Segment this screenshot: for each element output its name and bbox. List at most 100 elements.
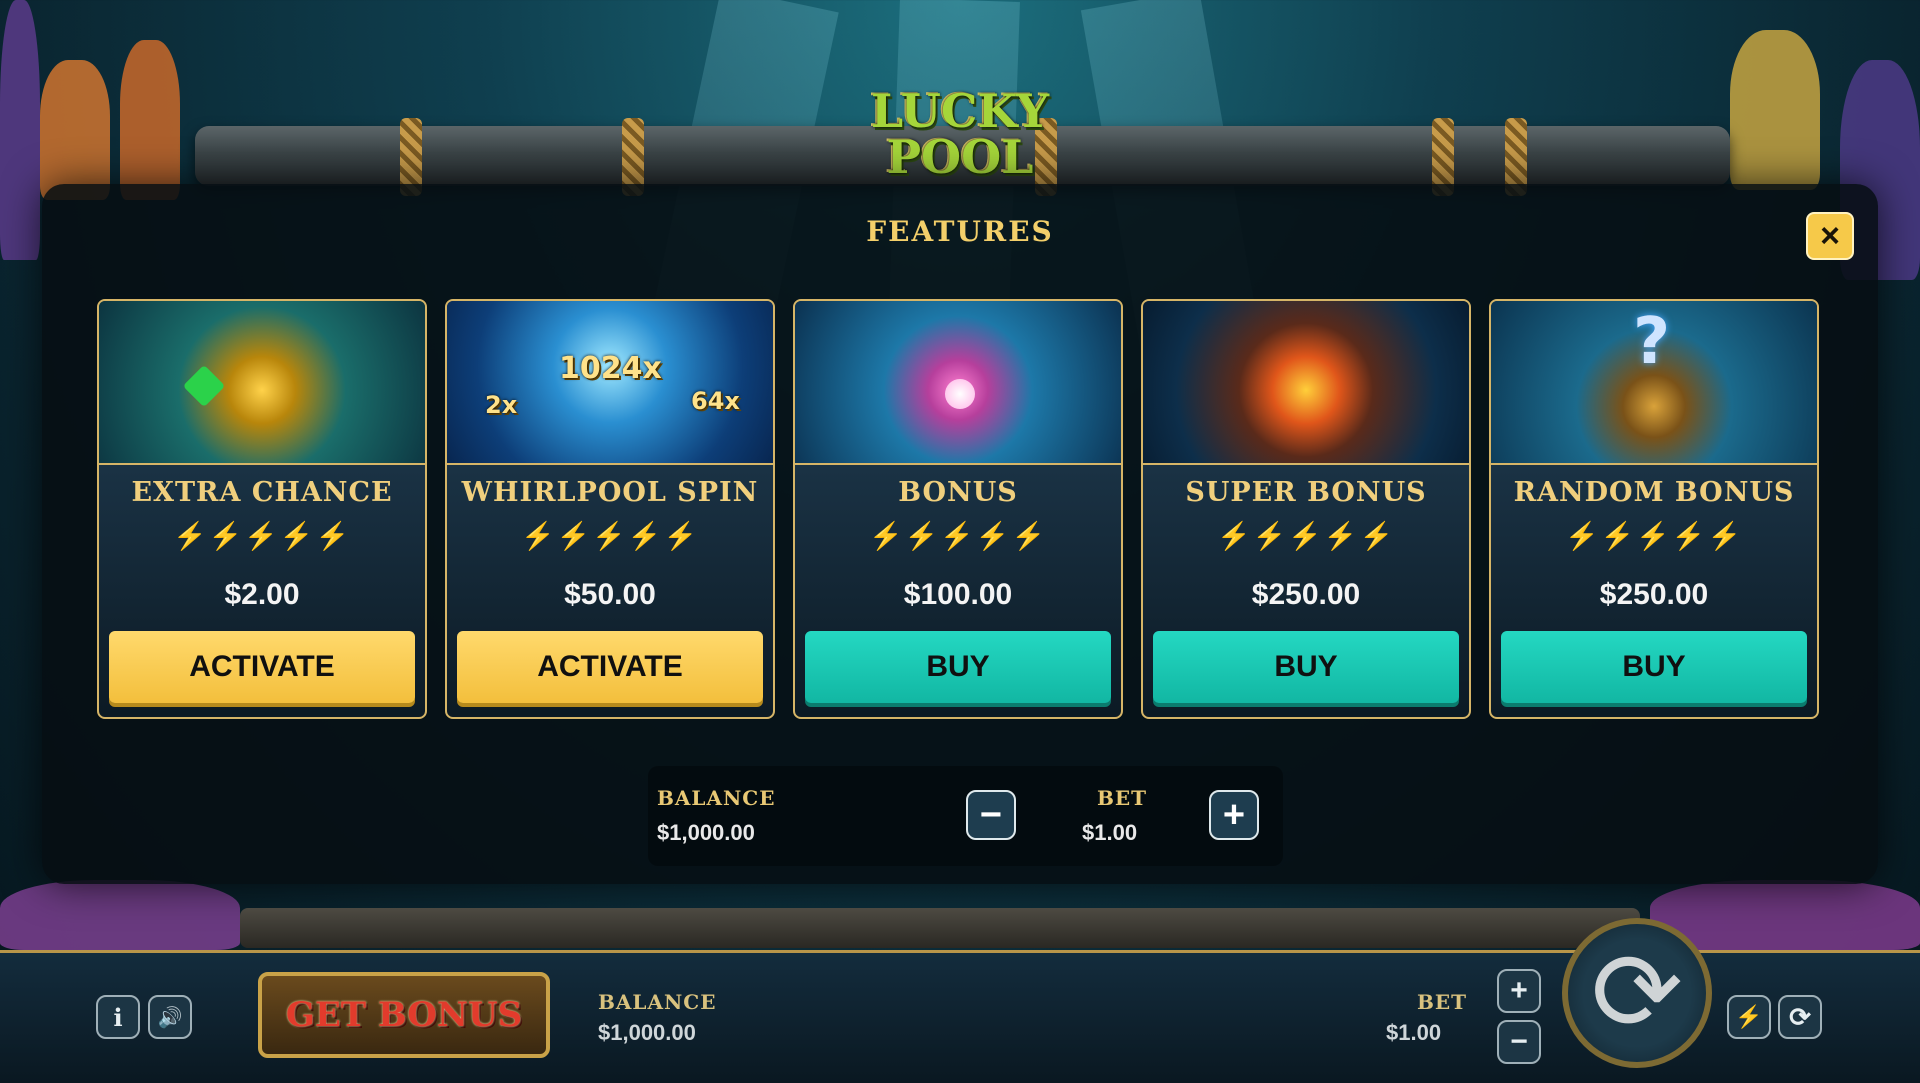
whirlpool-multiplier-icon: 2x 1024x 64x [447, 301, 773, 465]
panel-bet-label: BET [1097, 786, 1148, 810]
feature-card-extra-chance: EXTRA CHANCE ⚡⚡⚡⚡⚡ $2.00 ACTIVATE [97, 299, 427, 719]
volatility-rating: ⚡⚡⚡⚡⚡ [1143, 520, 1469, 552]
autoplay-icon: ⟳ [1789, 1001, 1811, 1032]
speaker-icon: 🔊 [157, 1006, 183, 1029]
bolt-icon: ⚡ [244, 521, 280, 551]
card-title: EXTRA CHANCE [131, 477, 393, 508]
bolt-icon: ⚡ [520, 521, 557, 551]
buy-random-bonus-button[interactable]: BUY [1501, 631, 1807, 703]
bolt-icon: ⚡ [1600, 521, 1637, 551]
coral-decoration [120, 40, 180, 200]
bolt-icon: ⚡ [1288, 521, 1324, 551]
bolt-icon: ⚡ [1011, 521, 1048, 551]
panel-bet-value: $1.00 [1082, 820, 1138, 845]
bolt-icon: ⚡ [1671, 521, 1708, 551]
coral-decoration [1730, 30, 1820, 190]
bolt-icon: ⚡ [208, 521, 245, 551]
bolt-icon: ⚡ [1636, 521, 1672, 551]
feature-cards: EXTRA CHANCE ⚡⚡⚡⚡⚡ $2.00 ACTIVATE 2x 102… [97, 299, 1819, 719]
multiplier-label: 64x [691, 387, 740, 415]
pearl-shell-icon [795, 301, 1121, 465]
emerald-gem-icon [182, 364, 226, 408]
multiplier-label: 1024x [559, 351, 662, 386]
card-title: WHIRLPOOL SPIN [461, 477, 759, 508]
bolt-icon: ⚡ [1252, 521, 1289, 551]
mystery-treasure-chest-icon: ? [1491, 301, 1817, 465]
bolt-icon: ⚡ [627, 521, 664, 551]
bolt-icon: ⚡ [592, 521, 628, 551]
volatility-rating: ⚡⚡⚡⚡⚡ [795, 520, 1121, 552]
feature-card-random-bonus: ? RANDOM BONUS ⚡⚡⚡⚡⚡ $250.00 BUY [1489, 299, 1819, 719]
feature-card-super-bonus: SUPER BONUS ⚡⚡⚡⚡⚡ $250.00 BUY [1141, 299, 1471, 719]
card-price: $50.00 [564, 578, 656, 611]
activate-extra-chance-button[interactable]: ACTIVATE [109, 631, 415, 703]
buy-bonus-button[interactable]: BUY [805, 631, 1111, 703]
panel-balance-value: $1,000.00 [657, 820, 755, 845]
card-title: SUPER BONUS [1185, 477, 1427, 508]
bolt-icon: ⚡ [1359, 521, 1396, 551]
card-price: $100.00 [903, 578, 1013, 611]
bet-label: BET [1417, 990, 1468, 1014]
lightning-icon: ⚡ [1735, 1004, 1763, 1029]
coral-decoration [0, 880, 240, 950]
card-price: $250.00 [1251, 578, 1361, 611]
volatility-rating: ⚡⚡⚡⚡⚡ [447, 520, 773, 552]
question-mark-icon: ? [1633, 305, 1671, 379]
balance-value: $1,000.00 [598, 1020, 696, 1045]
get-bonus-button[interactable]: GET BONUS [258, 972, 550, 1058]
bolt-icon: ⚡ [315, 521, 352, 551]
bolt-icon: ⚡ [556, 521, 593, 551]
bet-increase-button[interactable]: + [1497, 969, 1541, 1013]
card-title: RANDOM BONUS [1513, 477, 1795, 508]
bet-decrease-button[interactable]: − [1497, 1020, 1541, 1064]
info-icon: i [113, 1002, 123, 1032]
bolt-icon: ⚡ [1564, 521, 1601, 551]
card-price: $2.00 [224, 578, 300, 611]
minus-icon: − [979, 794, 1003, 836]
get-bonus-label: GET BONUS [285, 995, 523, 1035]
bolt-icon: ⚡ [279, 521, 316, 551]
sound-button[interactable]: 🔊 [148, 995, 192, 1039]
bolt-icon: ⚡ [940, 521, 976, 551]
logo-line-2: POOL [886, 130, 1034, 184]
activate-whirlpool-spin-button[interactable]: ACTIVATE [457, 631, 763, 703]
volatility-rating: ⚡⚡⚡⚡⚡ [1491, 520, 1817, 552]
card-price: $250.00 [1599, 578, 1709, 611]
logo-line-1: LUCKY [870, 84, 1050, 138]
fiery-skull-whirlpool-icon [1143, 301, 1469, 465]
autoplay-button[interactable]: ⟳ [1778, 995, 1822, 1039]
seabed-ledge [240, 908, 1640, 948]
volatility-rating: ⚡⚡⚡⚡⚡ [99, 520, 425, 552]
bolt-icon: ⚡ [1216, 521, 1253, 551]
minus-icon: − [1510, 1025, 1528, 1058]
bolt-icon: ⚡ [868, 521, 905, 551]
card-title: BONUS [898, 477, 1018, 508]
panel-bet-increase-button[interactable]: + [1209, 790, 1259, 840]
buy-super-bonus-button[interactable]: BUY [1153, 631, 1459, 703]
golden-whirlpool-icon [99, 301, 425, 465]
multiplier-label: 2x [485, 391, 518, 419]
bolt-icon: ⚡ [904, 521, 941, 551]
close-button[interactable]: × [1806, 212, 1854, 260]
game-logo: LUCKY POOL [860, 88, 1060, 188]
bolt-icon: ⚡ [1323, 521, 1360, 551]
spin-button[interactable]: ⟳ [1562, 918, 1712, 1068]
turbo-button[interactable]: ⚡ [1727, 995, 1771, 1039]
panel-balance-label: BALANCE [657, 786, 776, 810]
bolt-icon: ⚡ [172, 521, 209, 551]
feature-card-whirlpool-spin: 2x 1024x 64x WHIRLPOOL SPIN ⚡⚡⚡⚡⚡ $50.00… [445, 299, 775, 719]
bolt-icon: ⚡ [975, 521, 1012, 551]
spin-arrows-icon: ⟳ [1590, 931, 1684, 1054]
bolt-icon: ⚡ [1707, 521, 1744, 551]
coral-decoration [40, 60, 110, 200]
bolt-icon: ⚡ [663, 521, 700, 551]
close-icon: × [1820, 217, 1840, 255]
plus-icon: + [1222, 794, 1246, 836]
features-title: FEATURES [866, 215, 1054, 248]
panel-bet-decrease-button[interactable]: − [966, 790, 1016, 840]
bet-value: $1.00 [1386, 1020, 1442, 1045]
pearl-icon [945, 379, 975, 409]
plus-icon: + [1510, 974, 1528, 1007]
feature-card-bonus: BONUS ⚡⚡⚡⚡⚡ $100.00 BUY [793, 299, 1123, 719]
info-button[interactable]: i [96, 995, 140, 1039]
